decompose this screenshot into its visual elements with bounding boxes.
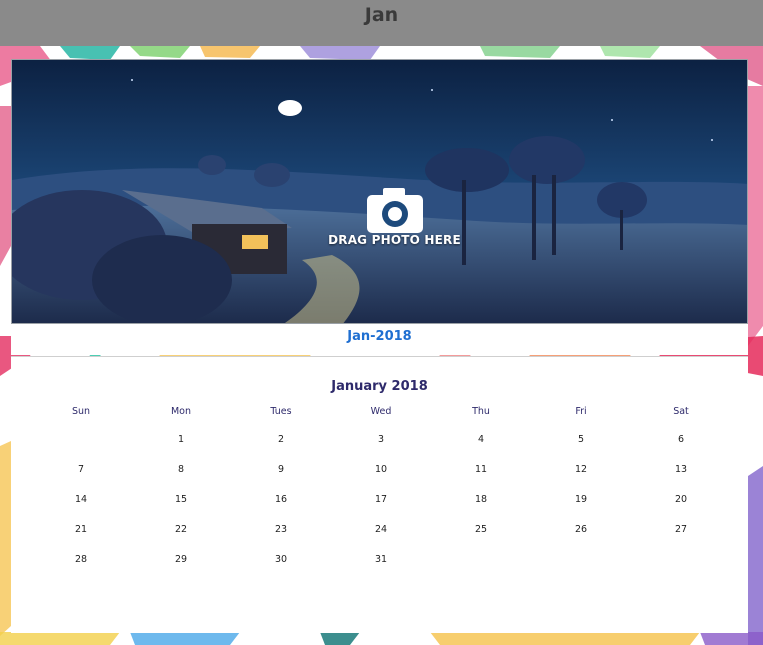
day-cell: 14	[74, 494, 88, 505]
day-cell: 26	[574, 524, 588, 535]
day-cell: 12	[574, 464, 588, 475]
day-cell: 7	[77, 464, 85, 475]
day-cell: 1	[177, 434, 185, 445]
day-cell: 20	[674, 494, 688, 505]
day-cell: 3	[377, 434, 385, 445]
weekday-header: Tues	[270, 406, 292, 417]
day-cell: 13	[674, 464, 688, 475]
day-cell: 10	[374, 464, 388, 475]
day-cell: 31	[374, 554, 388, 565]
day-cell: 27	[674, 524, 688, 535]
title-bar: Jan	[0, 0, 763, 46]
calendar-grid-panel: January 2018 Sun Mon Tues Wed Thu Fri Sa…	[11, 356, 748, 633]
day-cell: 24	[374, 524, 388, 535]
drag-photo-overlay[interactable]: DRAG PHOTO HERE	[307, 185, 482, 247]
day-cell: 4	[477, 434, 485, 445]
day-cell: 9	[277, 464, 285, 475]
day-cell: 6	[677, 434, 685, 445]
day-cell: 19	[574, 494, 588, 505]
day-cell: 30	[274, 554, 288, 565]
day-cell: 2	[277, 434, 285, 445]
day-cell: 8	[177, 464, 185, 475]
weekday-header: Sun	[71, 406, 91, 417]
drag-photo-label: DRAG PHOTO HERE	[328, 233, 461, 247]
weekday-header: Thu	[472, 406, 490, 417]
day-cell: 28	[74, 554, 88, 565]
month-label-bar: Jan-2018	[11, 325, 748, 355]
day-cell: 21	[74, 524, 88, 535]
day-cell: 23	[274, 524, 288, 535]
day-cell: 29	[174, 554, 188, 565]
day-cell: 25	[474, 524, 488, 535]
window-title: Jan	[364, 4, 399, 26]
camera-icon	[366, 188, 423, 233]
day-cell: 18	[474, 494, 488, 505]
weekday-header: Wed	[370, 406, 392, 417]
month-label: Jan-2018	[347, 329, 412, 344]
day-cell: 5	[577, 434, 585, 445]
day-cell: 22	[174, 524, 188, 535]
weekday-header: Sat	[673, 406, 689, 417]
day-cell: 11	[474, 464, 488, 475]
day-cell: 17	[374, 494, 388, 505]
calendar-page: DRAG PHOTO HERE Jan-2018 January 2018 Su…	[0, 46, 763, 645]
day-cell: 16	[274, 494, 288, 505]
day-cell	[631, 553, 731, 583]
photo-drop-zone[interactable]: DRAG PHOTO HERE	[11, 59, 748, 324]
day-cell	[431, 553, 531, 583]
day-cell	[531, 553, 631, 583]
calendar-grid: Sun Mon Tues Wed Thu Fri Sat 1 2 3 4 5 6…	[31, 405, 731, 583]
weekday-header: Fri	[575, 406, 587, 417]
day-cell: 15	[174, 494, 188, 505]
day-cell	[31, 433, 131, 463]
weekday-header: Mon	[170, 406, 192, 417]
calendar-title: January 2018	[331, 379, 428, 394]
